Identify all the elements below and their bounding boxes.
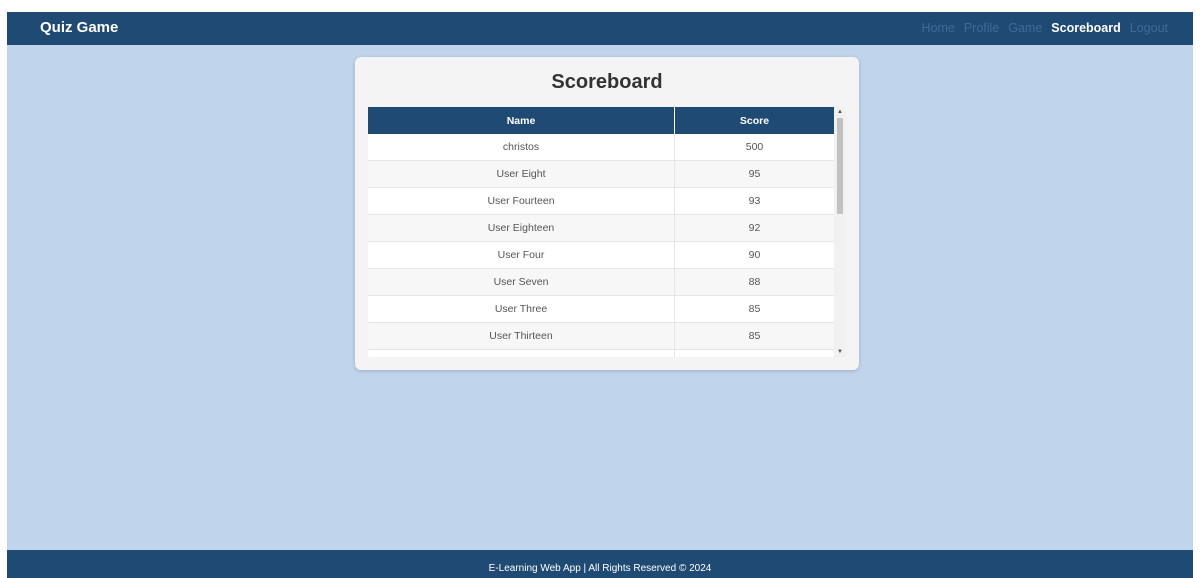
table-row: christos 500 — [368, 134, 834, 161]
player-score-cell: 92 — [674, 214, 834, 242]
table-row: User Fourteen 93 — [368, 187, 834, 215]
column-header-name: Name — [368, 107, 675, 134]
table-row: User Three 85 — [368, 295, 834, 323]
nav-profile-link[interactable]: Profile — [964, 20, 999, 36]
footer: E-Learning Web App | All Rights Reserved… — [7, 550, 1193, 578]
scoreboard-table-container[interactable]: Name Score christos 500 User Eight 95 Us… — [368, 107, 846, 357]
nav-links: Home Profile Game Scoreboard Logout — [921, 20, 1168, 36]
player-name-cell — [368, 349, 675, 357]
table-row: User Four 90 — [368, 241, 834, 269]
brand-logo[interactable]: Quiz Game — [40, 18, 118, 38]
scroll-up-arrow-icon[interactable]: ▲ — [834, 107, 846, 117]
player-score-cell: 88 — [674, 268, 834, 296]
player-name-cell: User Fourteen — [368, 187, 675, 215]
page-title: Scoreboard — [551, 71, 663, 93]
navbar: Quiz Game Home Profile Game Scoreboard L… — [7, 12, 1193, 45]
table-row: User Seven 88 — [368, 268, 834, 296]
player-score-cell: 500 — [674, 134, 834, 161]
column-header-score: Score — [674, 107, 834, 134]
scrollbar-thumb[interactable] — [837, 118, 843, 214]
scoreboard-table-viewport: Name Score christos 500 User Eight 95 Us… — [368, 107, 834, 357]
player-name-cell: User Thirteen — [368, 322, 675, 350]
player-score-cell: 85 — [674, 295, 834, 323]
scroll-down-arrow-icon[interactable]: ▼ — [834, 347, 846, 357]
player-score-cell: 93 — [674, 187, 834, 215]
player-name-cell: User Four — [368, 241, 675, 269]
table-row: User Eight 95 — [368, 160, 834, 188]
table-scrollbar[interactable]: ▲ ▼ — [834, 107, 846, 357]
player-name-cell: christos — [368, 134, 675, 161]
table-row: User Thirteen 85 — [368, 322, 834, 350]
table-row — [368, 349, 834, 357]
nav-logout-link[interactable]: Logout — [1130, 20, 1168, 36]
player-name-cell: User Three — [368, 295, 675, 323]
table-row: User Eighteen 92 — [368, 214, 834, 242]
app-frame: Quiz Game Home Profile Game Scoreboard L… — [7, 12, 1193, 578]
player-score-cell — [674, 349, 834, 357]
player-name-cell: User Eight — [368, 160, 675, 188]
scoreboard-card: Scoreboard Name Score christos 500 User … — [355, 57, 859, 370]
nav-home-link[interactable]: Home — [921, 20, 954, 36]
nav-game-link[interactable]: Game — [1008, 20, 1042, 36]
nav-scoreboard-link[interactable]: Scoreboard — [1051, 20, 1120, 36]
player-score-cell: 85 — [674, 322, 834, 350]
footer-text: E-Learning Web App | All Rights Reserved… — [488, 563, 712, 574]
player-score-cell: 95 — [674, 160, 834, 188]
player-name-cell: User Seven — [368, 268, 675, 296]
player-score-cell: 90 — [674, 241, 834, 269]
table-header-row: Name Score — [368, 107, 834, 134]
scoreboard-table: Name Score christos 500 User Eight 95 Us… — [368, 107, 834, 357]
player-name-cell: User Eighteen — [368, 214, 675, 242]
